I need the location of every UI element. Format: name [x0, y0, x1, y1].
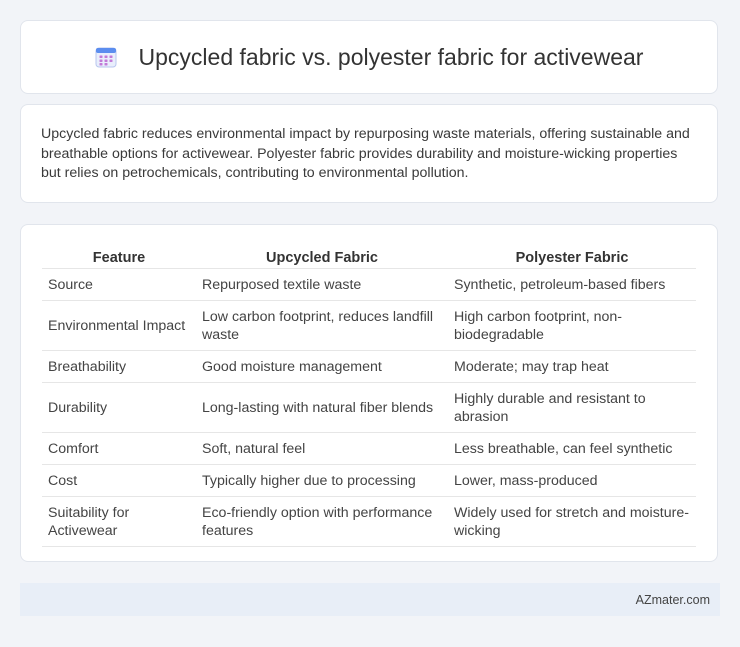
comparison-card: Feature Upcycled Fabric Polyester Fabric… [20, 224, 718, 562]
intro-card: Upcycled fabric reduces environmental im… [20, 104, 718, 203]
cell-polyester: Lower, mass-produced [448, 464, 696, 497]
cell-upcycled: Low carbon footprint, reduces landfill w… [196, 300, 448, 351]
table-row: Breathability Good moisture management M… [42, 350, 696, 383]
cell-polyester: Moderate; may trap heat [448, 350, 696, 383]
cell-upcycled: Typically higher due to processing [196, 464, 448, 497]
cell-polyester: Widely used for stretch and moisture-wic… [448, 496, 696, 547]
cell-polyester: High carbon footprint, non-biodegradable [448, 300, 696, 351]
cell-feature: Cost [42, 464, 196, 497]
calendar-icon [95, 46, 117, 68]
cell-upcycled: Eco-friendly option with performance fea… [196, 496, 448, 547]
cell-polyester: Synthetic, petroleum-based fibers [448, 268, 696, 301]
cell-upcycled: Repurposed textile waste [196, 268, 448, 301]
table-row: Durability Long-lasting with natural fib… [42, 382, 696, 433]
footer-bar: AZmater.com [20, 583, 720, 616]
footer-brand: AZmater.com [635, 592, 710, 607]
table-row: Suitability for Activewear Eco-friendly … [42, 496, 696, 547]
header-feature: Feature [42, 245, 196, 269]
table-row: Cost Typically higher due to processing … [42, 464, 696, 497]
header-upcycled: Upcycled Fabric [196, 245, 448, 269]
comparison-table: Feature Upcycled Fabric Polyester Fabric… [42, 245, 696, 547]
table-row: Comfort Soft, natural feel Less breathab… [42, 432, 696, 465]
cell-upcycled: Soft, natural feel [196, 432, 448, 465]
cell-upcycled: Long-lasting with natural fiber blends [196, 382, 448, 433]
title-wrap: Upcycled fabric vs. polyester fabric for… [95, 43, 644, 71]
cell-feature: Environmental Impact [42, 300, 196, 351]
cell-feature: Source [42, 268, 196, 301]
table-row: Source Repurposed textile waste Syntheti… [42, 268, 696, 301]
table-header-row: Feature Upcycled Fabric Polyester Fabric [42, 245, 696, 269]
cell-feature: Breathability [42, 350, 196, 383]
cell-polyester: Highly durable and resistant to abrasion [448, 382, 696, 433]
cell-feature: Suitability for Activewear [42, 496, 196, 547]
cell-feature: Durability [42, 382, 196, 433]
cell-polyester: Less breathable, can feel synthetic [448, 432, 696, 465]
cell-feature: Comfort [42, 432, 196, 465]
intro-text: Upcycled fabric reduces environmental im… [41, 126, 690, 181]
page-title: Upcycled fabric vs. polyester fabric for… [138, 43, 644, 70]
header-polyester: Polyester Fabric [448, 245, 696, 269]
cell-upcycled: Good moisture management [196, 350, 448, 383]
table-row: Environmental Impact Low carbon footprin… [42, 300, 696, 351]
title-card: Upcycled fabric vs. polyester fabric for… [20, 20, 718, 94]
